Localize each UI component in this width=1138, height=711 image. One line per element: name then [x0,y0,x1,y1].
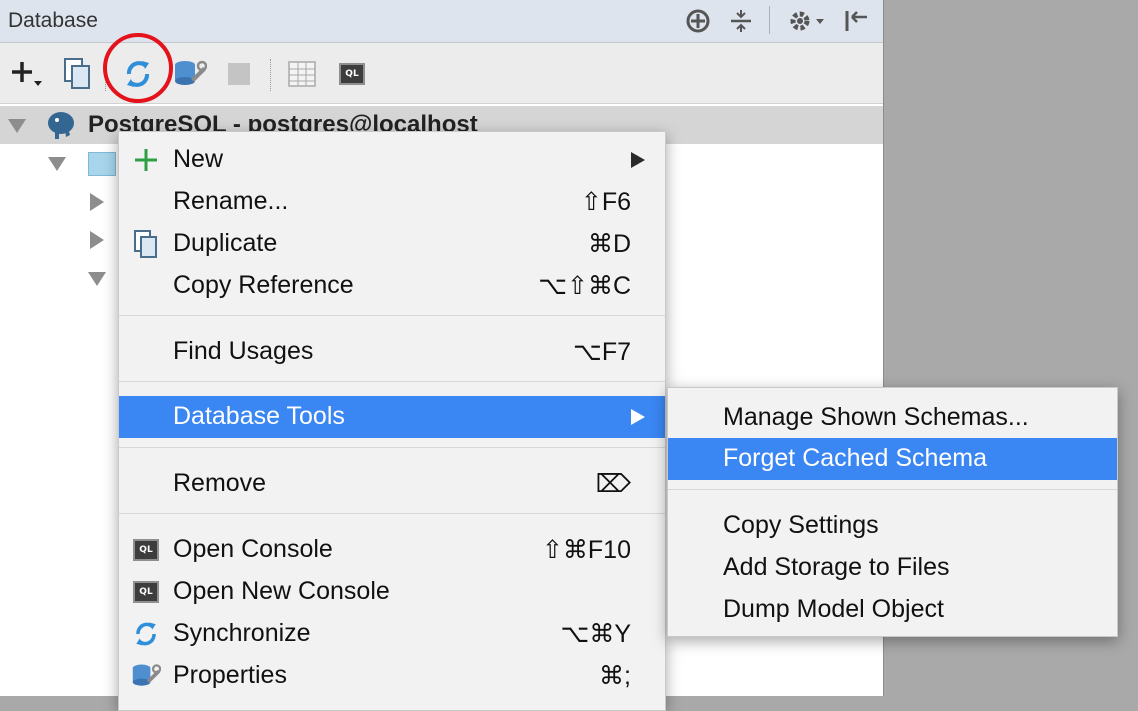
menu-item-label: Remove [173,469,267,497]
menu-item-shortcut: ⌥⌘Y [560,620,631,648]
duplicate-icon[interactable] [60,57,94,91]
menu-item-label: Database Tools [173,402,345,430]
console-icon: QL [131,577,161,607]
properties-icon[interactable] [173,57,207,91]
menu-item-find-usages[interactable]: Find Usages ⌥F7 [119,331,665,373]
expand-toggle-icon[interactable] [88,272,106,286]
menu-item-copy-reference[interactable]: Copy Reference ⌥⇧⌘C [119,265,665,307]
menu-item-synchronize[interactable]: Synchronize ⌥⌘Y [119,613,665,655]
menu-item-shortcut: ⌥⇧⌘C [538,272,631,300]
context-menu: New Rename... ⇧F6 Duplicate ⌘D Copy Refe… [118,131,666,711]
submenu-item-label: Copy Settings [723,511,879,539]
submenu-item-dump-model-object[interactable]: Dump Model Object [668,589,1117,631]
tool-window-title: Database [8,9,98,32]
menu-item-shortcut: ⌘; [599,662,631,690]
menu-item-duplicate[interactable]: Duplicate ⌘D [119,223,665,265]
submenu-item-forget-cached-schema[interactable]: Forget Cached Schema [668,438,1117,480]
annotation-red-circle [103,33,173,103]
menu-item-shortcut: ⌦ [595,470,631,498]
plus-icon [131,145,161,175]
menu-separator [668,489,1117,490]
menu-item-label: Duplicate [173,229,278,257]
submenu-arrow-icon [631,152,645,168]
menu-item-properties[interactable]: Properties ⌘; [119,655,665,697]
submenu-item-label: Forget Cached Schema [723,444,988,472]
properties-icon [131,661,161,691]
stop-icon[interactable] [222,57,256,91]
database-icon [88,152,116,176]
target-icon[interactable] [683,6,713,36]
submenu-item-add-storage-to-files[interactable]: Add Storage to Files [668,547,1117,589]
menu-item-label: Open Console [173,535,333,563]
submenu-arrow-icon [631,409,645,425]
collapse-all-icon[interactable] [728,6,754,36]
menu-separator [119,513,665,514]
expand-toggle-icon[interactable] [90,193,104,211]
menu-separator [119,315,665,316]
toolbar-separator [270,59,271,91]
submenu-item-manage-shown-schemas[interactable]: Manage Shown Schemas... [668,397,1117,439]
menu-item-label: New [173,145,224,173]
menu-item-label: Rename... [173,187,289,215]
menu-item-database-tools[interactable]: Database Tools [119,396,665,438]
menu-item-open-new-console[interactable]: QL Open New Console [119,571,665,613]
submenu-item-copy-settings[interactable]: Copy Settings [668,505,1117,547]
table-editor-icon[interactable] [285,57,319,91]
synchronize-icon [131,619,161,649]
console-icon[interactable]: QL [335,57,369,91]
submenu-item-label: Add Storage to Files [723,553,950,581]
gear-icon[interactable] [786,6,828,36]
hide-panel-icon[interactable] [842,6,870,36]
duplicate-icon [131,229,161,259]
database-tools-submenu: Manage Shown Schemas... Forget Cached Sc… [667,387,1118,637]
submenu-item-label: Dump Model Object [723,595,944,623]
menu-item-shortcut: ⇧⌘F10 [541,536,631,564]
add-icon[interactable] [12,57,46,91]
menu-item-open-console[interactable]: QL Open Console ⇧⌘F10 [119,529,665,571]
postgresql-elephant-icon [45,109,77,148]
menu-item-label: Properties [173,661,287,689]
expand-toggle-icon[interactable] [48,157,66,171]
menu-item-label: Open New Console [173,577,390,605]
submenu-item-label: Manage Shown Schemas... [723,403,1029,431]
menu-item-shortcut: ⌘D [587,230,631,258]
console-icon: QL [131,535,161,565]
menu-item-label: Copy Reference [173,271,354,299]
menu-item-remove[interactable]: Remove ⌦ [119,463,665,505]
menu-separator [119,447,665,448]
expand-toggle-icon[interactable] [8,119,26,133]
menu-item-label: Find Usages [173,337,314,365]
menu-item-new[interactable]: New [119,139,665,181]
menu-separator [119,381,665,382]
menu-item-rename[interactable]: Rename... ⇧F6 [119,181,665,223]
header-divider [769,6,772,34]
expand-toggle-icon[interactable] [90,231,104,249]
menu-item-label: Synchronize [173,619,311,647]
menu-item-shortcut: ⇧F6 [580,188,631,216]
menu-item-shortcut: ⌥F7 [573,338,631,366]
